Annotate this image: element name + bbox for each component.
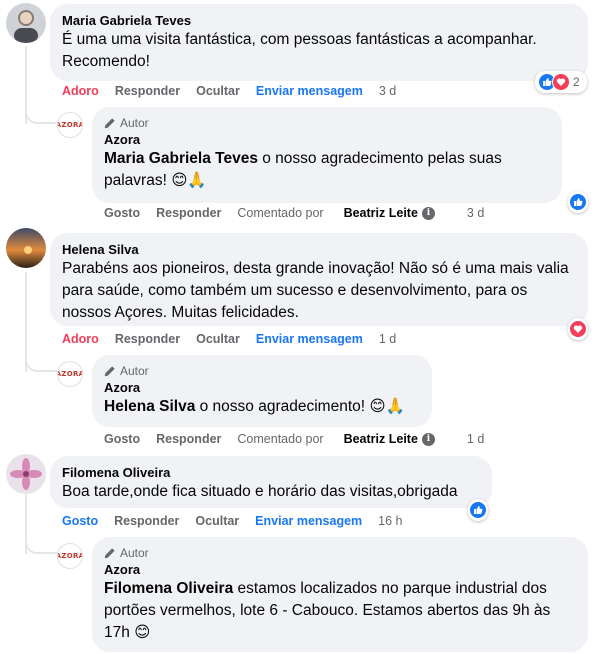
commented-by: Comentado por Beatriz Leite i xyxy=(237,432,451,446)
mention[interactable]: Helena Silva xyxy=(104,398,195,415)
comment-author[interactable]: Helena Silva xyxy=(62,241,576,258)
reply-text: Helena Silva o nosso agradecimento! 😊🙏 xyxy=(104,396,420,418)
thread-curve xyxy=(25,100,59,124)
avatar[interactable] xyxy=(6,3,46,43)
timestamp[interactable]: 16 h xyxy=(378,514,402,528)
info-icon[interactable]: i xyxy=(421,206,435,220)
avatar[interactable] xyxy=(6,228,46,268)
love-icon xyxy=(552,73,570,91)
azora-logo: AZORA xyxy=(57,121,83,129)
reply-author[interactable]: Azora xyxy=(104,379,420,396)
author-badge: Autor xyxy=(104,115,550,131)
reply-button[interactable]: Responder xyxy=(114,514,179,528)
pen-icon xyxy=(104,548,115,559)
author-badge-label: Autor xyxy=(120,546,149,560)
comment-author[interactable]: Maria Gabriela Teves xyxy=(62,12,576,29)
comment-actions: Gosto Responder Ocultar Enviar mensagem … xyxy=(62,514,419,528)
author-badge: Autor xyxy=(104,363,420,379)
mention[interactable]: Maria Gabriela Teves xyxy=(104,150,258,167)
reply-author[interactable]: Azora xyxy=(104,561,576,578)
author-badge-label: Autor xyxy=(120,364,149,378)
reply-text: Filomena Oliveira estamos localizados no… xyxy=(104,578,576,644)
reply-button[interactable]: Responder xyxy=(156,206,221,220)
like-icon xyxy=(469,501,487,519)
like-button[interactable]: Gosto xyxy=(104,432,140,446)
like-button[interactable]: Gosto xyxy=(104,206,140,220)
azora-logo: AZORA xyxy=(57,370,83,378)
reply-bubble: Autor Azora Helena Silva o nosso agradec… xyxy=(92,355,432,427)
reply-text: Maria Gabriela Teves o nosso agradecimen… xyxy=(104,148,550,192)
page-avatar[interactable]: AZORA xyxy=(57,112,83,138)
like-icon xyxy=(569,193,587,211)
page-avatar[interactable]: AZORA xyxy=(57,543,83,569)
comment-text: Boa tarde,onde fica situado e horário da… xyxy=(62,483,458,500)
reaction-summary[interactable] xyxy=(568,318,588,340)
commented-by-name[interactable]: Beatriz Leite xyxy=(344,206,418,220)
reply-bubble: Autor Azora Maria Gabriela Teves o nosso… xyxy=(92,107,562,203)
reaction-summary[interactable] xyxy=(468,499,488,521)
thread-curve xyxy=(25,530,59,554)
reply-button[interactable]: Responder xyxy=(115,332,180,346)
thread-curve xyxy=(25,348,59,372)
timestamp[interactable]: 3 d xyxy=(467,206,484,220)
reaction-summary[interactable]: 2 xyxy=(535,71,587,93)
pen-icon xyxy=(104,118,115,129)
commented-by: Comentado por Beatriz Leite i xyxy=(237,206,451,220)
reply-actions: Gosto Responder Comentado por Beatriz Le… xyxy=(104,432,500,446)
reply-author[interactable]: Azora xyxy=(104,131,550,148)
timestamp[interactable]: 1 d xyxy=(379,332,396,346)
comment-actions: Adoro Responder Ocultar Enviar mensagem … xyxy=(62,332,412,346)
commented-by-name[interactable]: Beatriz Leite xyxy=(344,432,418,446)
commented-by-label: Comentado por xyxy=(237,432,324,446)
comment-bubble: Maria Gabriela Teves É uma uma visita fa… xyxy=(50,4,588,81)
reply-bubble: Autor Azora Filomena Oliveira estamos lo… xyxy=(92,537,588,652)
send-message-button[interactable]: Enviar mensagem xyxy=(256,84,363,98)
reply-button[interactable]: Responder xyxy=(115,84,180,98)
mention[interactable]: Filomena Oliveira xyxy=(104,580,233,597)
timestamp[interactable]: 3 d xyxy=(379,84,396,98)
hide-button[interactable]: Ocultar xyxy=(196,332,240,346)
commented-by-label: Comentado por xyxy=(237,206,324,220)
comment-text: É uma uma visita fantástica, com pessoas… xyxy=(62,31,537,70)
send-message-button[interactable]: Enviar mensagem xyxy=(256,332,363,346)
comment-author[interactable]: Filomena Oliveira xyxy=(62,464,480,481)
author-badge-label: Autor xyxy=(120,116,149,130)
comment-bubble: Helena Silva Parabéns aos pioneiros, des… xyxy=(50,233,588,326)
love-reaction-button[interactable]: Adoro xyxy=(62,84,99,98)
love-reaction-button[interactable]: Adoro xyxy=(62,332,99,346)
info-icon[interactable]: i xyxy=(421,432,435,446)
hide-button[interactable]: Ocultar xyxy=(195,514,239,528)
comment-bubble: Filomena Oliveira Boa tarde,onde fica si… xyxy=(50,456,492,508)
timestamp[interactable]: 1 d xyxy=(467,432,484,446)
hide-button[interactable]: Ocultar xyxy=(196,84,240,98)
reaction-summary[interactable] xyxy=(568,191,588,213)
page-avatar[interactable]: AZORA xyxy=(57,361,83,387)
reply-actions: Gosto Responder Comentado por Beatriz Le… xyxy=(104,206,500,220)
pen-icon xyxy=(104,366,115,377)
comment-actions: Adoro Responder Ocultar Enviar mensagem … xyxy=(62,84,412,98)
comment-text: Parabéns aos pioneiros, desta grande ino… xyxy=(62,260,569,321)
like-button[interactable]: Gosto xyxy=(62,514,98,528)
reply-button[interactable]: Responder xyxy=(156,432,221,446)
azora-logo: AZORA xyxy=(57,552,83,560)
love-icon xyxy=(569,320,587,338)
author-badge: Autor xyxy=(104,545,576,561)
avatar[interactable] xyxy=(6,454,46,494)
reaction-count: 2 xyxy=(573,75,580,89)
send-message-button[interactable]: Enviar mensagem xyxy=(255,514,362,528)
reply-body: o nosso agradecimento! 😊🙏 xyxy=(195,398,405,415)
